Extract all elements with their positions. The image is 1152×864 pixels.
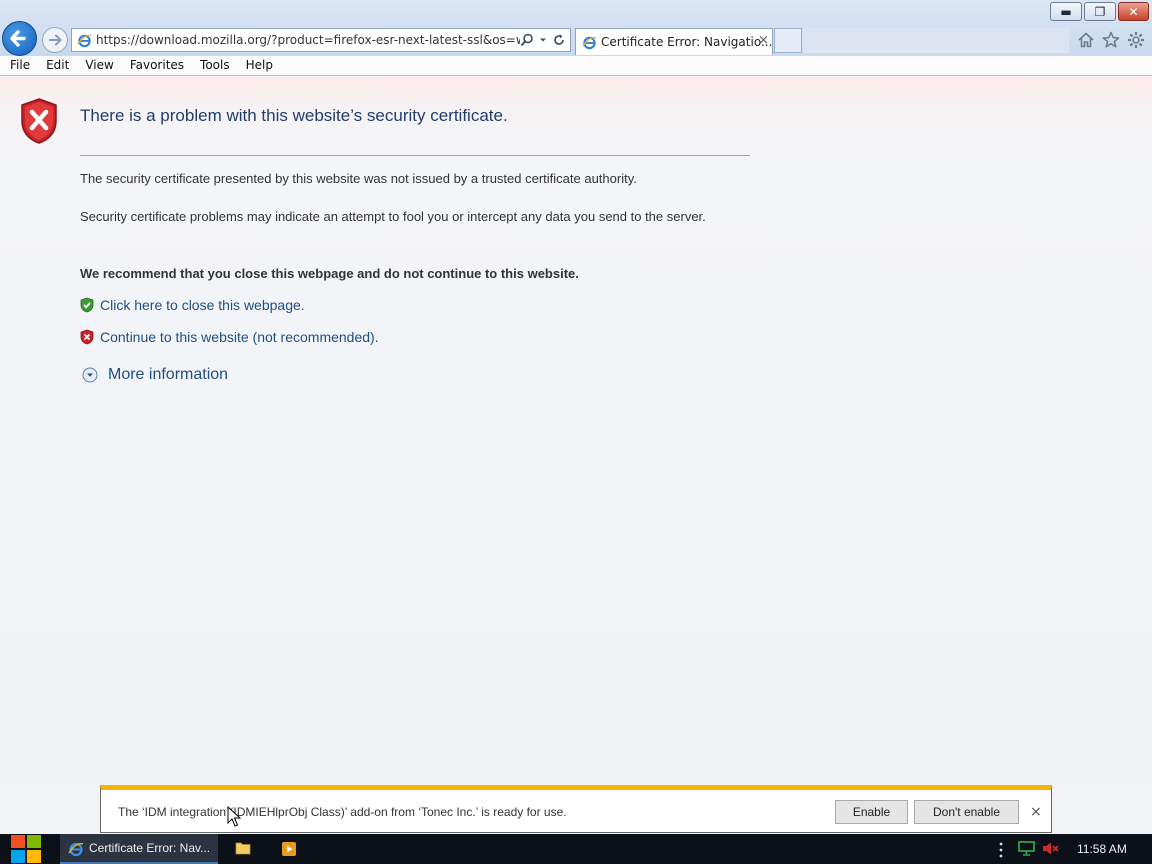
close-webpage-row: Click here to close this webpage. bbox=[80, 297, 305, 313]
more-information-row[interactable]: More information bbox=[82, 366, 228, 384]
error-shield-icon bbox=[21, 98, 57, 144]
taskbar: Certificate Error: Nav... 11:58 AM bbox=[0, 834, 1152, 864]
home-icon[interactable] bbox=[1076, 30, 1096, 50]
taskbar-item-label: Certificate Error: Nav... bbox=[89, 841, 211, 855]
continue-row: Continue to this website (not recommende… bbox=[80, 329, 379, 345]
minimize-icon: ▬ bbox=[1060, 4, 1072, 19]
network-icon[interactable] bbox=[1018, 841, 1035, 856]
restore-icon: ❐ bbox=[1094, 4, 1106, 19]
restore-button[interactable]: ❐ bbox=[1084, 2, 1116, 21]
menu-view[interactable]: View bbox=[85, 56, 113, 75]
ie-logo-icon bbox=[77, 34, 92, 48]
forward-arrow-icon bbox=[49, 34, 62, 46]
expand-chevron-icon[interactable] bbox=[82, 367, 98, 383]
menu-file[interactable]: File bbox=[10, 56, 30, 75]
green-shield-icon bbox=[80, 297, 94, 313]
menu-edit[interactable]: Edit bbox=[46, 56, 69, 75]
new-tab-button[interactable] bbox=[774, 28, 802, 53]
favorites-star-icon[interactable] bbox=[1101, 30, 1121, 50]
error-description: The security certificate presented by th… bbox=[80, 171, 637, 186]
ie-logo-icon bbox=[582, 36, 597, 50]
addon-notification-bar: The ‘IDM integration (IDMIEHlprObj Class… bbox=[100, 785, 1052, 833]
taskbar-clock: 11:58 AM bbox=[1077, 842, 1127, 856]
close-webpage-link[interactable]: Click here to close this webpage. bbox=[100, 297, 305, 313]
tab-strip bbox=[803, 28, 1069, 53]
minimize-button[interactable]: ▬ bbox=[1050, 2, 1082, 21]
back-arrow-icon bbox=[10, 30, 26, 47]
volume-muted-icon[interactable] bbox=[1042, 841, 1060, 856]
menu-favorites[interactable]: Favorites bbox=[130, 56, 184, 75]
tab-certificate-error[interactable]: Certificate Error: Navigatio... × bbox=[575, 28, 773, 55]
certificate-error-page: There is a problem with this website’s s… bbox=[0, 77, 1152, 784]
tab-title: Certificate Error: Navigatio... bbox=[601, 35, 773, 49]
recommendation-text: We recommend that you close this webpage… bbox=[80, 266, 579, 281]
red-shield-icon bbox=[80, 329, 94, 345]
address-url[interactable]: https://download.mozilla.org/?product=fi… bbox=[96, 33, 520, 47]
taskbar-ie-window[interactable]: Certificate Error: Nav... bbox=[60, 834, 218, 864]
divider bbox=[80, 155, 750, 156]
menu-help[interactable]: Help bbox=[246, 56, 273, 75]
settings-gear-icon[interactable] bbox=[1126, 30, 1146, 50]
notification-close-button[interactable]: × bbox=[1030, 804, 1042, 820]
page-title: There is a problem with this website’s s… bbox=[80, 106, 508, 125]
enable-button[interactable]: Enable bbox=[835, 800, 908, 824]
media-player-icon[interactable] bbox=[281, 841, 297, 857]
ie-logo-icon bbox=[68, 842, 84, 857]
search-icon[interactable] bbox=[520, 33, 534, 47]
address-bar[interactable]: https://download.mozilla.org/?product=fi… bbox=[71, 28, 571, 52]
forward-button[interactable] bbox=[42, 27, 68, 53]
dropdown-icon[interactable] bbox=[538, 35, 548, 45]
dont-enable-button[interactable]: Don't enable bbox=[914, 800, 1019, 824]
menu-tools[interactable]: Tools bbox=[200, 56, 230, 75]
mouse-cursor-icon bbox=[227, 806, 241, 827]
menu-bar: File Edit View Favorites Tools Help bbox=[0, 56, 1152, 76]
close-icon: ✕ bbox=[1128, 4, 1139, 19]
back-button[interactable] bbox=[2, 21, 37, 56]
folder-icon[interactable] bbox=[235, 841, 251, 855]
tray-overflow-icon[interactable] bbox=[998, 842, 1004, 858]
address-tools bbox=[520, 31, 570, 49]
continue-to-website-link[interactable]: Continue to this website (not recommende… bbox=[100, 329, 379, 345]
tab-close-button[interactable]: × bbox=[758, 33, 769, 48]
windows-start-icon[interactable] bbox=[9, 835, 43, 864]
more-information-link[interactable]: More information bbox=[108, 366, 228, 384]
browser-titlebar: ▬ ❐ ✕ https://download.mozilla.org/?prod… bbox=[0, 0, 1152, 56]
notification-message: The ‘IDM integration (IDMIEHlprObj Class… bbox=[118, 805, 567, 819]
refresh-icon[interactable] bbox=[552, 33, 566, 47]
close-window-button[interactable]: ✕ bbox=[1118, 2, 1149, 21]
warning-description: Security certificate problems may indica… bbox=[80, 209, 706, 224]
